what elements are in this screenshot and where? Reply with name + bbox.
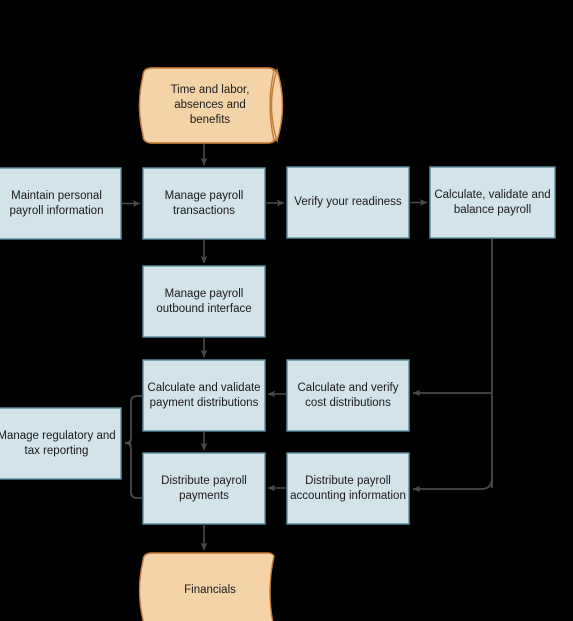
node-maintain-personal-payroll-information-shape <box>0 167 122 240</box>
edge-merge-brace-upper <box>125 395 143 444</box>
node-financials-shape <box>138 552 275 621</box>
flowchart-canvas <box>0 67 556 621</box>
node-calculate-and-validate-payment-distributions-shape <box>142 359 266 432</box>
edge-merge-brace-lower <box>125 442 143 499</box>
node-manage-regulatory-and-tax-reporting-shape <box>0 407 122 480</box>
node-calculate-validate-and-balance-payroll-shape <box>429 166 556 239</box>
node-calculate-and-verify-cost-distributions-shape <box>286 359 410 432</box>
node-distribute-payroll-payments-shape <box>142 452 266 525</box>
node-time-and-labor-outline <box>138 67 275 144</box>
edge-balance-payroll-to-accounting-information <box>412 477 493 493</box>
node-verify-your-readiness-shape <box>286 166 410 239</box>
node-manage-payroll-transactions-shape <box>142 167 266 240</box>
node-manage-payroll-outbound-interface-shape <box>142 265 266 338</box>
node-distribute-payroll-accounting-information-shape <box>286 452 410 525</box>
payroll-flowchart: Time and labor, absences and benefits Ma… <box>0 0 573 621</box>
